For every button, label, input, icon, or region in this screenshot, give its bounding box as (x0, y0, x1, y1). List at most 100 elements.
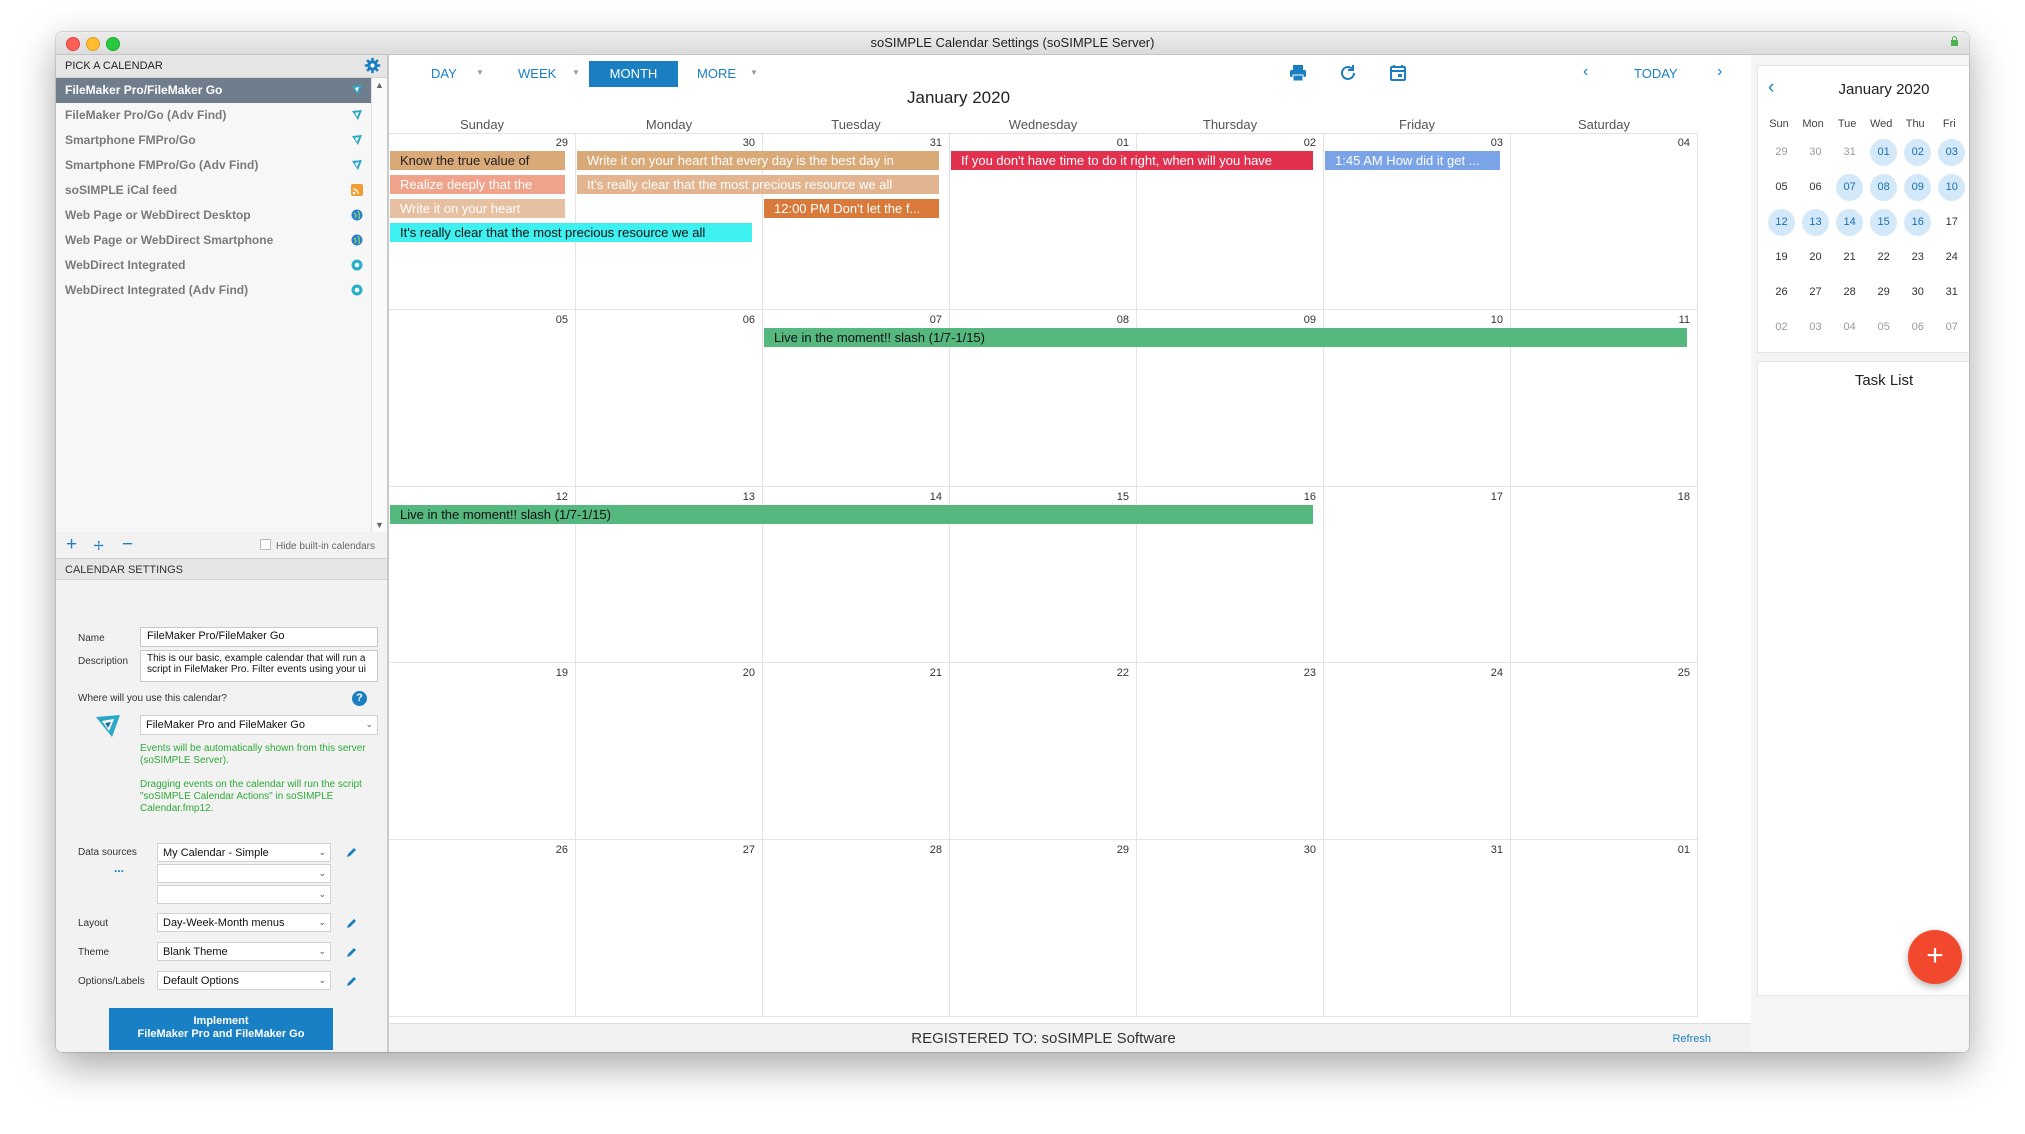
refresh-link[interactable]: Refresh (1672, 1033, 1711, 1045)
data-source-select-3[interactable]: ⌄ (157, 885, 331, 904)
hide-builtin-checkbox[interactable]: Hide built-in calendars (260, 539, 375, 552)
calendar-list-item[interactable]: Smartphone FMPro/Go (56, 128, 371, 153)
data-source-select-1[interactable]: My Calendar - Simple ⌄ (157, 843, 331, 862)
minimize-window-button[interactable] (86, 37, 100, 51)
mini-day[interactable]: 01 (1870, 139, 1898, 166)
mini-day[interactable]: 29 (1768, 139, 1795, 166)
calendar-list-item[interactable]: FileMaker Pro/FileMaker Go (56, 78, 371, 103)
calendar-event[interactable]: Live in the moment!! slash (1/7-1/15) (390, 504, 1313, 524)
day-cell[interactable]: 26 (389, 840, 576, 1017)
calendar-event[interactable]: Write it on your heart (390, 199, 565, 218)
edit-pencil-icon[interactable] (346, 846, 358, 858)
mini-day[interactable]: 14 (1836, 209, 1864, 236)
day-cell[interactable]: 06 (576, 309, 763, 487)
where-select[interactable]: FileMaker Pro and FileMaker Go ⌄ (140, 715, 378, 735)
day-cell[interactable]: 30 (1137, 840, 1324, 1017)
mini-day[interactable]: 03 (1802, 314, 1829, 341)
prev-month-icon[interactable]: ‹ (1583, 63, 1588, 81)
calendar-list-item[interactable]: FileMaker Pro/Go (Adv Find) (56, 103, 371, 128)
edit-pencil-icon[interactable] (346, 946, 358, 958)
help-icon[interactable]: ? (352, 691, 367, 706)
mini-day[interactable]: 02 (1904, 139, 1932, 166)
options-select[interactable]: Default Options ⌄ (157, 971, 331, 990)
add-calendar-icon[interactable]: + (66, 534, 77, 556)
mini-day[interactable]: 07 (1836, 174, 1864, 201)
calendar-event[interactable]: It's really clear that the most precious… (390, 223, 752, 242)
description-field[interactable]: This is our basic, example calendar that… (140, 650, 378, 682)
checkbox-icon[interactable] (260, 539, 272, 550)
next-month-icon[interactable]: › (1717, 63, 1722, 81)
day-cell[interactable]: 22 (950, 663, 1137, 841)
calendar-event[interactable]: Know the true value of (390, 151, 565, 170)
calendar-list-item[interactable]: Smartphone FMPro/Go (Adv Find) (56, 153, 371, 178)
more-sources-icon[interactable]: ... (114, 861, 124, 875)
mini-day[interactable]: 19 (1768, 244, 1795, 271)
calendar-list-item[interactable]: Web Page or WebDirect Smartphone (56, 228, 371, 253)
calendar-list-item[interactable]: WebDirect Integrated (Adv Find) (56, 278, 371, 303)
calendar-list-item[interactable]: Web Page or WebDirect Desktop (56, 203, 371, 228)
calendar-event[interactable]: Live in the moment!! slash (1/7-1/15) (764, 327, 1687, 347)
edit-pencil-icon[interactable] (346, 917, 358, 929)
day-cell[interactable]: 01 (1511, 840, 1698, 1017)
gear-icon[interactable] (364, 57, 381, 74)
day-cell[interactable]: 24 (1324, 663, 1511, 841)
chevron-down-icon[interactable]: ▼ (572, 68, 580, 77)
calendar-list-item[interactable]: WebDirect Integrated (56, 253, 371, 278)
scroll-up-icon[interactable]: ▲ (375, 80, 384, 90)
chevron-down-icon[interactable]: ▼ (476, 68, 484, 77)
mini-day[interactable]: 22 (1870, 244, 1897, 271)
add-task-button[interactable]: + (1908, 930, 1962, 984)
mini-day[interactable]: 21 (1836, 244, 1863, 271)
mini-day[interactable]: 09 (1904, 174, 1932, 201)
day-cell[interactable]: 27 (576, 840, 763, 1017)
mini-day[interactable]: 06 (1802, 174, 1829, 201)
mini-day[interactable]: 30 (1904, 279, 1931, 306)
remove-calendar-icon[interactable]: − (122, 534, 133, 556)
more-button[interactable]: MORE (697, 61, 736, 87)
mini-day[interactable]: 13 (1802, 209, 1830, 236)
duplicate-calendar-icon[interactable]: ⧾ (94, 534, 104, 556)
mini-day[interactable]: 07 (1938, 314, 1965, 341)
day-cell[interactable]: 31 (1324, 840, 1511, 1017)
mini-day[interactable]: 28 (1836, 279, 1863, 306)
day-cell[interactable]: 23 (1137, 663, 1324, 841)
chevron-down-icon[interactable]: ▼ (750, 68, 758, 77)
mini-day[interactable]: 05 (1768, 174, 1795, 201)
calendar-list-scrollbar[interactable]: ▲ ▼ (371, 78, 387, 532)
close-window-button[interactable] (66, 37, 80, 51)
zoom-window-button[interactable] (106, 37, 120, 51)
mini-day[interactable]: 10 (1938, 174, 1966, 201)
day-cell[interactable]: 04 (1511, 133, 1698, 310)
mini-day[interactable]: 02 (1768, 314, 1795, 341)
mini-day[interactable]: 23 (1904, 244, 1931, 271)
mini-day[interactable]: 03 (1938, 139, 1966, 166)
today-button[interactable]: TODAY (1634, 66, 1678, 81)
theme-select[interactable]: Blank Theme ⌄ (157, 942, 331, 961)
layout-select[interactable]: Day-Week-Month menus ⌄ (157, 913, 331, 932)
day-cell[interactable]: 28 (763, 840, 950, 1017)
mini-day[interactable]: 30 (1802, 139, 1829, 166)
calendar-event[interactable]: If you don't have time to do it right, w… (951, 151, 1313, 170)
mini-day[interactable]: 08 (1870, 174, 1898, 201)
week-view-button[interactable]: WEEK (518, 61, 556, 87)
implement-button[interactable]: Implement FileMaker Pro and FileMaker Go (109, 1008, 333, 1050)
mini-day[interactable]: 04 (1836, 314, 1863, 341)
day-cell[interactable]: 18 (1511, 486, 1698, 664)
calendar-event[interactable]: 1:45 AM How did it get ... (1325, 151, 1500, 170)
refresh-icon[interactable] (1339, 64, 1357, 82)
mini-day[interactable]: 24 (1938, 244, 1965, 271)
mini-day[interactable]: 15 (1870, 209, 1898, 236)
name-field[interactable]: FileMaker Pro/FileMaker Go (140, 627, 378, 647)
mini-day[interactable]: 05 (1870, 314, 1897, 341)
mini-day[interactable]: 31 (1938, 279, 1965, 306)
day-cell[interactable]: 21 (763, 663, 950, 841)
mini-day[interactable]: 29 (1870, 279, 1897, 306)
calendar-event[interactable]: Realize deeply that the (390, 175, 565, 194)
day-view-button[interactable]: DAY (431, 61, 457, 87)
print-icon[interactable] (1289, 64, 1307, 82)
data-source-select-2[interactable]: ⌄ (157, 864, 331, 883)
calendar-list-item[interactable]: soSIMPLE iCal feed (56, 178, 371, 203)
calendar-event[interactable]: It's really clear that the most precious… (577, 175, 939, 194)
day-cell[interactable]: 29 (950, 840, 1137, 1017)
mini-day[interactable]: 31 (1836, 139, 1863, 166)
